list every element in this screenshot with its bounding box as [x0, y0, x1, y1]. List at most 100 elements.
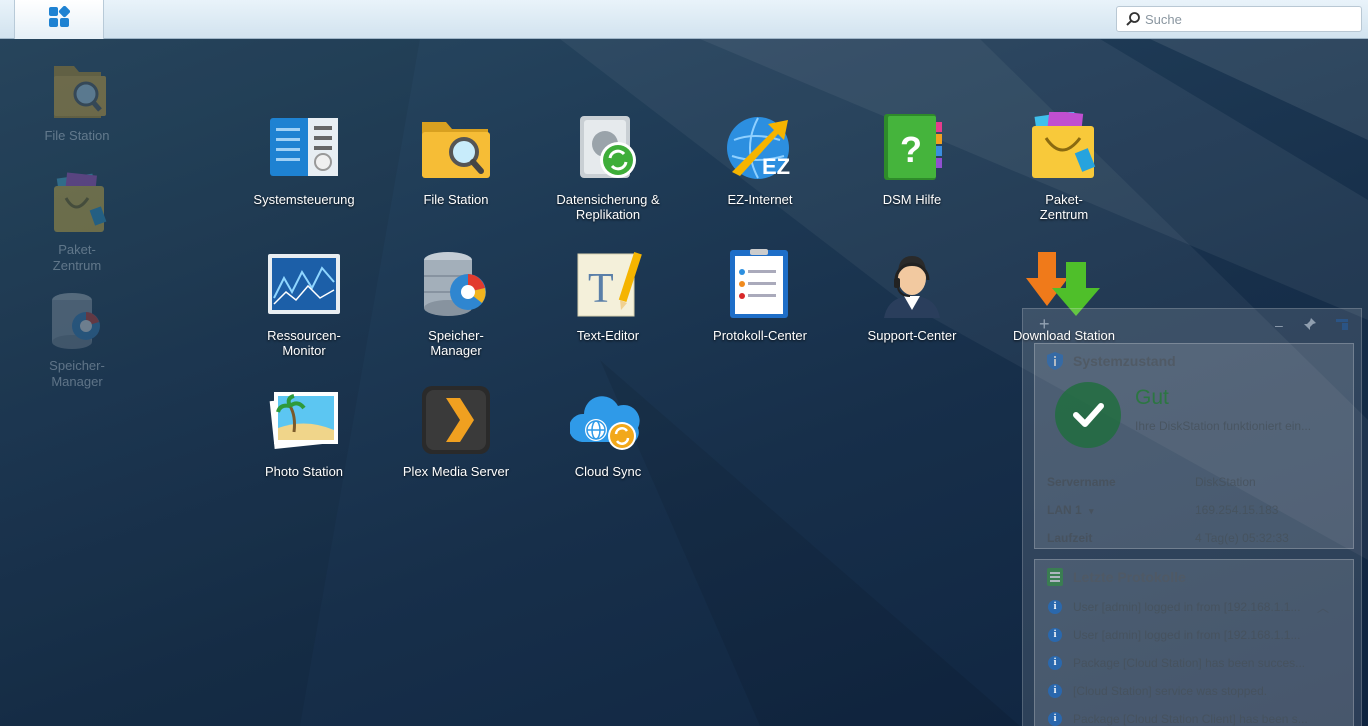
info-key: Servername: [1047, 475, 1116, 489]
health-status-text: Ihre DiskStation funktioniert ein...: [1135, 419, 1312, 433]
file-station-icon: [418, 112, 494, 188]
app-label: Text-Editor: [576, 328, 640, 343]
desktop-shortcut-storage-manager[interactable]: Speicher- Manager: [32, 288, 122, 390]
widget-panel: + – Systemzustand Gut Ihre DiskStation f…: [1022, 308, 1362, 726]
info-icon: i: [1048, 684, 1062, 698]
search-box[interactable]: [1116, 6, 1362, 32]
app-control-panel[interactable]: Systemsteuerung: [230, 112, 378, 207]
app-resource-monitor[interactable]: Ressourcen- Monitor: [230, 248, 378, 358]
app-label: Speicher- Manager: [428, 328, 484, 358]
minimize-widgets-button[interactable]: –: [1275, 317, 1283, 333]
info-row: Laufzeit 4 Tag(e) 05:32:33: [1035, 524, 1353, 552]
info-value: 169.254.15.183: [1195, 503, 1279, 517]
svg-text:?: ?: [900, 129, 922, 170]
lan-selector[interactable]: LAN 1 ▾: [1047, 503, 1094, 517]
search-icon: [1125, 11, 1141, 27]
app-support-center[interactable]: Support-Center: [838, 248, 986, 343]
log-text: User [admin] logged in from [192.168.1.1…: [1073, 628, 1301, 642]
app-package-center[interactable]: Paket- Zentrum: [990, 110, 1138, 222]
desktop-shortcut-package-center[interactable]: Paket- Zentrum: [32, 172, 122, 274]
app-label: Systemsteuerung: [253, 192, 355, 207]
app-label: Paket- Zentrum: [1039, 192, 1089, 222]
package-center-icon: [1026, 110, 1102, 188]
app-photo-station[interactable]: Photo Station: [230, 384, 378, 479]
log-entry[interactable]: i User [admin] logged in from [192.168.1…: [1035, 622, 1353, 650]
app-plex-media-server[interactable]: Plex Media Server: [382, 384, 530, 479]
support-center-icon: [874, 248, 950, 324]
log-entry[interactable]: i User [admin] logged in from [192.168.1…: [1035, 594, 1353, 622]
text-editor-icon: T: [570, 248, 646, 324]
app-dsm-help[interactable]: ? DSM Hilfe: [838, 112, 986, 207]
svg-text:T: T: [588, 266, 614, 312]
resource-monitor-icon: [266, 248, 342, 324]
app-label: File Station: [423, 192, 489, 207]
log-entry[interactable]: i [Cloud Station] service was stopped.: [1035, 678, 1353, 706]
plex-icon: [418, 384, 494, 460]
backup-replication-icon: [570, 112, 646, 188]
system-health-widget: Systemzustand Gut Ihre DiskStation funkt…: [1034, 343, 1354, 549]
app-label: Cloud Sync: [574, 464, 642, 479]
app-file-station[interactable]: File Station: [382, 112, 530, 207]
add-widget-button[interactable]: +: [1039, 314, 1050, 335]
app-label: DSM Hilfe: [882, 192, 942, 207]
app-text-editor[interactable]: T Text-Editor: [534, 248, 682, 343]
log-text: Package [Cloud Station Client] has been …: [1073, 712, 1308, 726]
app-label: Support-Center: [867, 328, 957, 343]
info-icon: i: [1048, 628, 1062, 642]
info-value: DiskStation: [1195, 475, 1256, 489]
info-icon: i: [1048, 656, 1062, 670]
widget-header: Letzte Protokolle: [1035, 560, 1353, 594]
recent-logs-widget: Letzte Protokolle i User [admin] logged …: [1034, 559, 1354, 726]
taskbar: [0, 0, 1368, 39]
shortcut-label: File Station: [44, 128, 110, 143]
info-key: Laufzeit: [1047, 531, 1093, 545]
main-menu-button[interactable]: [14, 0, 104, 39]
health-status: Gut Ihre DiskStation funktioniert ein...: [1035, 378, 1353, 468]
ez-internet-icon: EZ: [722, 112, 798, 188]
log-text: [Cloud Station] service was stopped.: [1073, 684, 1268, 698]
app-label: Ressourcen- Monitor: [267, 328, 341, 358]
search-input[interactable]: [1141, 8, 1351, 30]
pin-icon[interactable]: [1303, 317, 1317, 334]
info-value: 4 Tag(e) 05:32:33: [1195, 531, 1289, 545]
log-entry[interactable]: i Package [Cloud Station] has been succe…: [1035, 650, 1353, 678]
app-label: Photo Station: [264, 464, 344, 479]
shield-info-icon: [1045, 351, 1065, 371]
shortcut-label: Paket- Zentrum: [52, 242, 102, 273]
help-icon: ?: [874, 112, 950, 188]
app-label: Plex Media Server: [402, 464, 510, 479]
log-center-icon: [722, 248, 798, 324]
widget-layout-icon[interactable]: [1335, 317, 1349, 334]
app-label: Protokoll-Center: [713, 328, 807, 343]
shortcut-label: Speicher- Manager: [49, 358, 105, 389]
widget-title: Letzte Protokolle: [1073, 569, 1186, 585]
control-panel-icon: [266, 112, 342, 188]
widget-toolbar: + –: [1023, 309, 1363, 343]
app-label: Datensicherung & Replikation: [556, 192, 660, 222]
desktop-shortcut-file-station[interactable]: File Station: [32, 58, 122, 144]
chevron-up-icon[interactable]: ︿: [1317, 599, 1329, 616]
svg-text:EZ: EZ: [762, 154, 790, 179]
log-entry[interactable]: i Package [Cloud Station Client] has bee…: [1035, 706, 1353, 726]
widget-title: Systemzustand: [1073, 353, 1176, 369]
health-status-title: Gut: [1135, 386, 1169, 409]
info-row: Servername DiskStation: [1035, 468, 1353, 496]
app-ez-internet[interactable]: EZ EZ-Internet: [686, 112, 834, 207]
chevron-down-icon: ▾: [1089, 506, 1094, 516]
main-menu-grid-icon: [48, 5, 71, 33]
app-storage-manager[interactable]: Speicher- Manager: [382, 248, 530, 358]
package-center-icon: [42, 172, 112, 242]
app-cloud-sync[interactable]: Cloud Sync: [534, 384, 682, 479]
log-text: Package [Cloud Station] has been succes.…: [1073, 656, 1306, 670]
storage-manager-icon: [418, 248, 494, 324]
info-icon: i: [1048, 600, 1062, 614]
app-label: EZ-Internet: [727, 192, 793, 207]
info-row: LAN 1 ▾ 169.254.15.183: [1035, 496, 1353, 524]
info-key: LAN 1: [1047, 503, 1082, 517]
check-icon: [1055, 382, 1121, 448]
app-backup-replication[interactable]: Datensicherung & Replikation: [534, 112, 682, 222]
app-log-center[interactable]: Protokoll-Center: [686, 248, 834, 343]
info-icon: i: [1048, 712, 1062, 726]
log-text: User [admin] logged in from [192.168.1.1…: [1073, 600, 1301, 614]
cloud-sync-icon: [568, 384, 646, 460]
